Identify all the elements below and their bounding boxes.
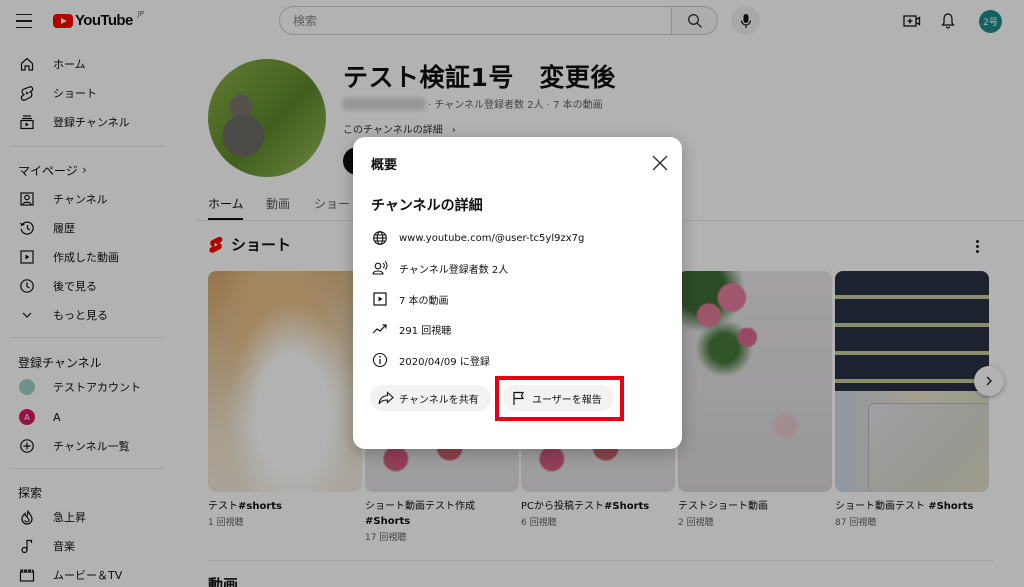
dialog-title: 概要 bbox=[371, 158, 398, 173]
video-count: 7 本の動画 bbox=[399, 295, 449, 307]
close-button[interactable] bbox=[650, 153, 670, 173]
subscribers-icon bbox=[371, 259, 389, 277]
subscriber-count: チャンネル登録者数 2人 bbox=[399, 264, 509, 276]
share-channel-button[interactable]: チャンネルを共有 bbox=[370, 385, 491, 411]
youtube-channel-page: YouTube JP 検索 2号 ホーム ショート 登録チャンネル マイページ … bbox=[0, 0, 1024, 587]
detail-row-joined: 2020/04/09 に登録 bbox=[371, 350, 661, 370]
close-icon bbox=[652, 155, 668, 171]
video-icon bbox=[371, 290, 389, 308]
joined-date: 2020/04/09 に登録 bbox=[399, 356, 490, 368]
globe-icon bbox=[371, 229, 389, 247]
detail-row-videos: 7 本の動画 bbox=[371, 289, 661, 309]
channel-url[interactable]: www.youtube.com/@user-tc5yl9zx7g bbox=[399, 233, 584, 244]
detail-row-views: 291 回視聴 bbox=[371, 319, 661, 339]
info-icon bbox=[371, 351, 389, 369]
highlight-annotation bbox=[495, 376, 624, 421]
share-icon bbox=[378, 390, 394, 406]
trending-up-icon bbox=[371, 320, 389, 338]
detail-row-url: www.youtube.com/@user-tc5yl9zx7g bbox=[371, 228, 661, 248]
dialog-section-title: チャンネルの詳細 bbox=[371, 198, 483, 214]
view-count: 291 回視聴 bbox=[399, 325, 452, 337]
share-channel-label: チャンネルを共有 bbox=[399, 394, 479, 406]
detail-row-subscribers: チャンネル登録者数 2人 bbox=[371, 258, 661, 278]
